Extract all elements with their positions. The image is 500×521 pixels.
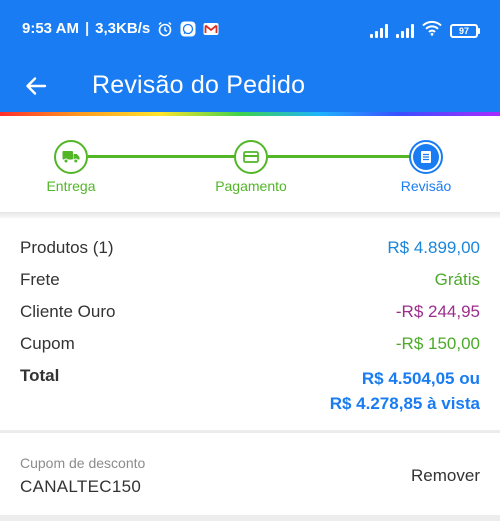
summary-label: Cliente Ouro	[20, 302, 116, 321]
credit-card-icon	[243, 151, 259, 163]
whatsapp-icon	[179, 20, 196, 37]
step-dot	[58, 144, 84, 170]
step-revisao[interactable]	[409, 140, 443, 174]
arrow-left-icon	[26, 77, 47, 95]
page-title: Revisão do Pedido	[92, 71, 306, 99]
order-summary: Produtos (1) R$ 4.899,00 Frete Grátis Cl…	[0, 218, 500, 430]
signal-icon	[370, 23, 388, 38]
alarm-icon	[156, 20, 173, 37]
remove-coupon-button[interactable]: Remover	[411, 466, 480, 486]
summary-row-cupom: Cupom -R$ 150,00	[20, 334, 480, 364]
gmail-icon	[202, 20, 219, 37]
step-connector	[268, 155, 410, 158]
header: 9:53 AM | 3,3KB/s 97 Revisão do Pedido	[0, 0, 500, 116]
status-left: 9:53 AM | 3,3KB/s	[22, 20, 219, 37]
document-icon	[421, 151, 431, 163]
summary-row-cliente-ouro: Cliente Ouro -R$ 244,95	[20, 302, 480, 332]
summary-row-produtos: Produtos (1) R$ 4.899,00	[20, 238, 480, 268]
summary-label: Cupom	[20, 334, 75, 353]
coupon-caption: Cupom de desconto	[20, 455, 146, 471]
step-pagamento[interactable]	[234, 140, 268, 174]
bottom-divider	[0, 515, 500, 521]
total-value-cash: R$ 4.278,85 à vista	[329, 394, 480, 413]
step-dot	[238, 144, 264, 170]
status-network-speed: 3,3KB/s	[95, 20, 151, 37]
status-bar: 9:53 AM | 3,3KB/s 97	[0, 0, 500, 60]
coupon-code: CANALTEC150	[20, 477, 142, 496]
summary-value: -R$ 150,00	[395, 334, 480, 353]
wifi-icon	[422, 20, 442, 41]
checkout-stepper: Entrega Pagamento Revisão	[0, 116, 500, 212]
battery-tip	[478, 27, 480, 34]
step-label-revisao: Revisão	[400, 178, 452, 194]
summary-label: Produtos (1)	[20, 238, 114, 257]
app-bar: Revisão do Pedido	[0, 60, 500, 112]
status-time: 9:53 AM	[22, 20, 79, 37]
total-value-installments: R$ 4.504,05 ou	[361, 369, 480, 388]
summary-label: Frete	[20, 270, 60, 289]
summary-row-frete: Frete Grátis	[20, 270, 480, 300]
battery-icon: 97	[450, 23, 480, 38]
step-entrega[interactable]	[54, 140, 88, 174]
status-right: 97	[370, 20, 480, 41]
back-button[interactable]	[20, 70, 52, 102]
total-label: Total	[20, 366, 60, 385]
truck-icon	[62, 151, 80, 164]
step-label-pagamento: Pagamento	[215, 178, 287, 194]
step-dot	[413, 144, 439, 170]
total-value: R$ 4.504,05 ou R$ 4.278,85 à vista	[330, 366, 480, 416]
summary-value: R$ 4.899,00	[387, 238, 480, 257]
summary-value: Grátis	[434, 270, 480, 289]
summary-value: -R$ 244,95	[395, 302, 480, 321]
step-connector	[88, 155, 235, 158]
battery-level: 97	[450, 23, 478, 38]
coupon-section: Cupom de desconto CANALTEC150 Remover	[0, 433, 500, 515]
status-separator: |	[84, 20, 90, 37]
step-label-entrega: Entrega	[46, 178, 96, 194]
signal-icon	[396, 23, 414, 38]
